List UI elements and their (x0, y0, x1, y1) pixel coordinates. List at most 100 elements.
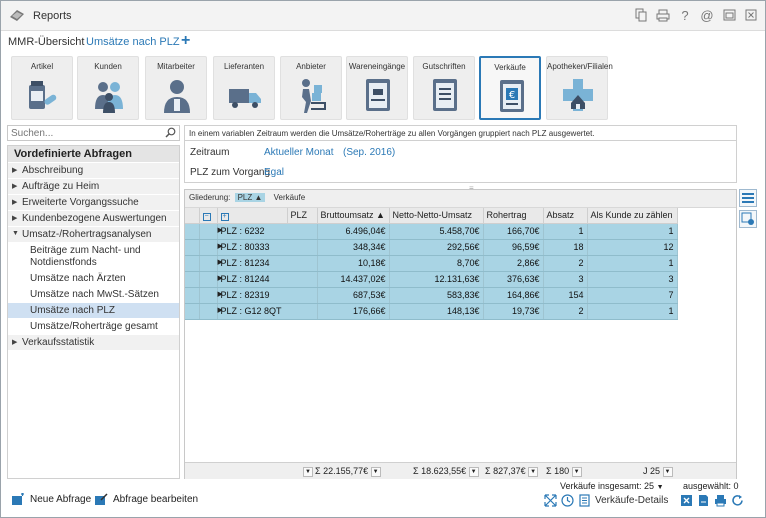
col-header-bruttoumsatz[interactable]: Bruttoumsatz ▲ (317, 208, 390, 224)
search-icon[interactable] (165, 127, 176, 138)
tab-mmr-uebersicht[interactable]: MMR-Übersicht (8, 36, 84, 48)
row-checkbox[interactable] (185, 255, 200, 272)
col-header-als-kunde[interactable]: Als Kunde zu zählen (587, 208, 678, 224)
tree-item-umsaetze-nach-plz[interactable]: Umsätze nach PLZ (8, 302, 179, 318)
clock-icon[interactable] (561, 494, 574, 507)
dropdown-icon[interactable]: ▼ (657, 484, 664, 491)
tree-item-abschreibung[interactable]: ▶ Abschreibung (8, 162, 179, 178)
expand-view-icon[interactable] (544, 494, 557, 507)
grid-settings-icon[interactable] (739, 210, 757, 228)
col-header-absatz[interactable]: Absatz (543, 208, 588, 224)
sum-brutto[interactable]: ▼ Σ 22.155,77€ ▼ (303, 466, 383, 477)
tree-item-umsaetze-nach-mwst[interactable]: Umsätze nach MwSt.-Sätzen (8, 286, 179, 302)
expand-row-icon[interactable]: ▶ (218, 242, 223, 250)
sum-als-kunde[interactable]: J 25 ▼ (643, 466, 675, 477)
row-plz[interactable]: ▶ PLZ : 80333 (217, 239, 318, 256)
add-tab-button[interactable]: + (181, 32, 190, 50)
expand-row-icon[interactable]: ▶ (218, 290, 223, 298)
help-icon[interactable]: ? (677, 7, 693, 23)
print-report-icon[interactable] (714, 494, 727, 507)
expand-row-icon[interactable]: ▶ (218, 306, 223, 314)
ribbon-label: Artikel (30, 62, 54, 71)
sales-details-link[interactable]: Verkäufe-Details (595, 495, 668, 506)
row-netto: 583,83€ (389, 287, 484, 304)
tree-item-kundenbezogene-auswertungen[interactable]: ▶ Kundenbezogene Auswertungen (8, 210, 179, 226)
tree-item-nacht-notdienstfonds[interactable]: Beiträge zum Nacht- und Notdienstfonds (8, 242, 179, 270)
col-header-rohertrag[interactable]: Rohertrag (483, 208, 544, 224)
ribbon-artikel-button[interactable]: Artikel (11, 56, 73, 120)
supplier-icon (302, 79, 326, 113)
tree-item-erweiterte-vorgangssuche[interactable]: ▶ Erweiterte Vorgangssuche (8, 194, 179, 210)
new-query-button[interactable]: Neue Abfrage (11, 493, 91, 506)
row-plz[interactable]: ▶ PLZ : 81244 (217, 271, 318, 288)
col-header-netto-umsatz[interactable]: Netto-Netto-Umsatz (389, 208, 484, 224)
ribbon-gutschriften-button[interactable]: Gutschriften (413, 56, 475, 120)
details-doc-icon[interactable] (578, 494, 591, 507)
table-row[interactable]: ▶ PLZ : 6232 6.496,04€ 5.458,70€ 166,70€ … (185, 223, 678, 240)
tree-item-umsaetze-rohertraege-gesamt[interactable]: Umsätze/Roherträge gesamt (8, 318, 179, 334)
select-all-column[interactable] (185, 208, 200, 224)
row-plz[interactable]: ▶ PLZ : 82319 (217, 287, 318, 304)
dropdown-icon[interactable]: ▼ (528, 466, 539, 477)
copy-icon[interactable] (633, 7, 649, 23)
row-checkbox[interactable] (185, 287, 200, 304)
tree-item-verkaufsstatistik[interactable]: ▶ Verkaufsstatistik (8, 334, 179, 350)
row-plz[interactable]: ▶ PLZ : 6232 (217, 223, 318, 240)
search-input[interactable] (8, 126, 158, 140)
dropdown-icon[interactable]: ▼ (370, 466, 381, 477)
ribbon-kunden-button[interactable]: Kunden (77, 56, 139, 120)
param-plz-value[interactable]: Egal (264, 167, 284, 178)
row-checkbox[interactable] (185, 223, 200, 240)
tab-umsaetze-nach-plz[interactable]: Umsätze nach PLZ (86, 36, 180, 48)
window-icon[interactable] (721, 7, 737, 23)
dropdown-icon[interactable]: ▼ (468, 466, 479, 477)
sum-rohertrag[interactable]: Σ 827,37€ ▼ (485, 466, 540, 477)
list-view-icon[interactable] (739, 189, 757, 207)
refresh-icon[interactable] (731, 494, 744, 507)
param-zeitraum-value[interactable]: Aktueller Monat (264, 147, 333, 158)
email-icon[interactable]: @ (699, 7, 715, 23)
pdf-export-icon[interactable] (697, 494, 710, 507)
tree-item-auftraege-zu-heim[interactable]: ▶ Aufträge zu Heim (8, 178, 179, 194)
ribbon-mitarbeiter-button[interactable]: Mitarbeiter (145, 56, 207, 120)
row-checkbox[interactable] (185, 303, 200, 320)
table-row[interactable]: ▶ PLZ : 82319 687,53€ 583,83€ 164,86€ 154… (185, 287, 678, 304)
dropdown-icon[interactable]: ▼ (571, 466, 582, 477)
ribbon-anbieter-button[interactable]: Anbieter (280, 56, 342, 120)
edit-query-button[interactable]: Abfrage bearbeiten (94, 493, 198, 506)
grouping-chip-verkaeufe[interactable]: Verkäufe (274, 193, 306, 202)
expand-all-column[interactable]: + (217, 208, 288, 224)
grouping-chip-plz[interactable]: PLZ ▲ (234, 193, 266, 202)
table-row[interactable]: ▶ PLZ : 81234 10,18€ 8,70€ 2,86€ 2 1 (185, 255, 678, 272)
new-query-icon (12, 493, 24, 505)
row-checkbox[interactable] (185, 271, 200, 288)
ribbon-verkaeufe-button[interactable]: Verkäufe € (479, 56, 541, 120)
tree-item-umsaetze-nach-aerzten[interactable]: Umsätze nach Ärzten (8, 270, 179, 286)
row-netto: 148,13€ (389, 303, 484, 320)
ribbon-lieferanten-button[interactable]: Lieferanten (213, 56, 275, 120)
dropdown-icon[interactable]: ▼ (303, 466, 313, 477)
collapse-all-column[interactable]: − (199, 208, 218, 224)
ribbon-apotheken-filialen-button[interactable]: Apotheken/Filialen (546, 56, 613, 120)
row-plz[interactable]: ▶ PLZ : G12 8QT (217, 303, 318, 320)
collapse-arrow-icon: ▼ (12, 230, 19, 237)
table-row[interactable]: ▶ PLZ : G12 8QT 176,66€ 148,13€ 19,73€ 2 … (185, 303, 678, 320)
tree-item-umsatz-rohertragsanalysen[interactable]: ▼ Umsatz-/Rohertragsanalysen (8, 226, 179, 242)
expand-row-icon[interactable]: ▶ (218, 258, 223, 266)
dropdown-icon[interactable]: ▼ (662, 466, 673, 477)
ribbon-wareneingaenge-button[interactable]: Wareneingänge (346, 56, 408, 120)
table-row[interactable]: ▶ PLZ : 80333 348,34€ 292,56€ 96,59€ 18 1… (185, 239, 678, 256)
sum-absatz[interactable]: Σ 180 ▼ (546, 466, 584, 477)
row-plz[interactable]: ▶ PLZ : 81234 (217, 255, 318, 272)
expand-row-icon[interactable]: ▶ (218, 226, 223, 234)
svg-text:€: € (509, 90, 515, 101)
table-row[interactable]: ▶ PLZ : 81244 14.437,02€ 12.131,63€ 376,6… (185, 271, 678, 288)
col-header-plz[interactable]: PLZ (287, 208, 318, 224)
excel-export-icon[interactable] (680, 494, 693, 507)
expand-row-icon[interactable]: ▶ (218, 274, 223, 282)
row-netto: 8,70€ (389, 255, 484, 272)
sum-netto[interactable]: Σ 18.623,55€ ▼ (413, 466, 481, 477)
row-checkbox[interactable] (185, 239, 200, 256)
close-icon[interactable] (743, 7, 759, 23)
print-icon[interactable] (655, 7, 671, 23)
